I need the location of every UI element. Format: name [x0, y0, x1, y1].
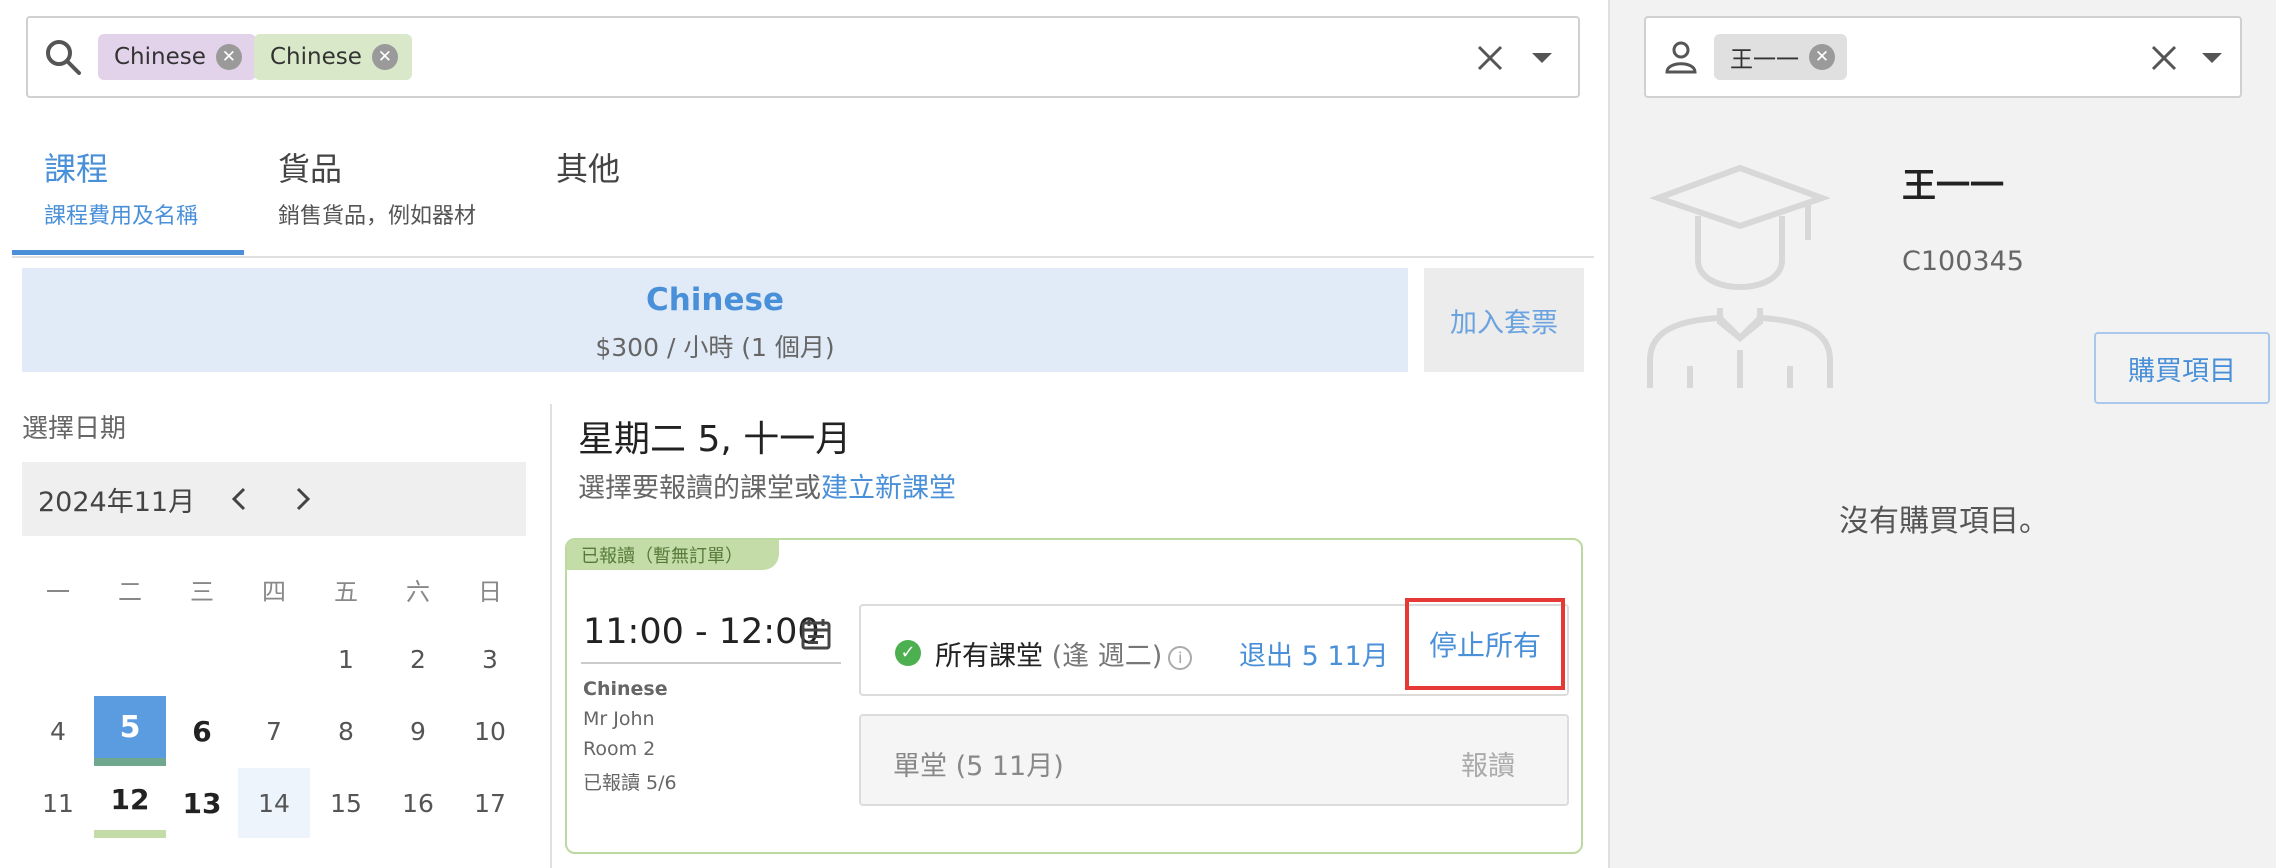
customer-search-bar[interactable]: 王一一 ✕ [1644, 16, 2242, 98]
class-enrolled-count: 已報讀 5/6 [583, 772, 677, 794]
all-classes-recurrence: (逢 週二) [1051, 641, 1163, 672]
customer-chip-label: 王一一 [1730, 47, 1799, 73]
calendar-day[interactable]: 4 [22, 696, 94, 766]
calendar-day[interactable]: 11 [22, 768, 94, 838]
weekday-label: 二 [118, 578, 142, 606]
class-teacher: Mr John [583, 708, 655, 730]
weekday-label: 一 [46, 578, 70, 606]
all-classes-text: 所有課堂 [935, 641, 1043, 672]
enroll-button[interactable]: 報讀 [1461, 744, 1515, 783]
stop-all-button[interactable]: 停止所有 [1405, 598, 1565, 690]
calendar-day[interactable]: 13 [166, 768, 238, 838]
calendar-month: 2024年11月 [38, 487, 196, 518]
tab-title: 課程 [44, 150, 109, 188]
chevron-down-icon[interactable] [1522, 38, 1562, 78]
course-title: Chinese [645, 282, 785, 318]
tab-divider [12, 256, 1594, 258]
calendar-day[interactable]: 3 [454, 624, 526, 694]
weekday-label: 日 [478, 578, 502, 606]
chevron-left-icon[interactable] [222, 482, 256, 516]
purchase-items-button[interactable]: 購買項目 [2094, 332, 2270, 404]
left-panel: Chinese ✕ Chinese ✕ 課程 課程費用及名稱 貨品 銷售貨品，例… [0, 0, 1608, 868]
calendar-day[interactable]: 2 [382, 624, 454, 694]
enrolled-badge: 已報讀（暫無訂單） [567, 540, 779, 570]
tab-title: 貨品 [278, 150, 343, 188]
customer-name: 王一一 [1902, 166, 2004, 206]
calendar-day[interactable]: 6 [166, 696, 238, 766]
weekday-label: 三 [190, 578, 214, 606]
schedule-date-title: 星期二 5, 十一月 [578, 419, 852, 460]
schedule-subtitle: 選擇要報讀的課堂或建立新課堂 [578, 466, 956, 505]
column-divider [550, 404, 552, 868]
tab-subtitle: 課程費用及名稱 [44, 204, 199, 229]
chevron-right-icon[interactable] [286, 482, 320, 516]
withdraw-button[interactable]: 退出 5 11月 [1239, 634, 1389, 673]
all-classes-label: 所有課堂 (逢 週二) i [935, 634, 1193, 673]
course-price: $300 / 小時 (1 個月) [595, 333, 835, 362]
calendar-day[interactable]: 1 [310, 624, 382, 694]
info-icon[interactable]: i [1168, 645, 1193, 670]
remove-chip-icon[interactable]: ✕ [371, 44, 398, 70]
create-class-link[interactable]: 建立新課堂 [821, 473, 956, 504]
filter-chip-label: Chinese [114, 44, 206, 70]
filter-chip[interactable]: Chinese ✕ [98, 34, 256, 80]
calendar-day[interactable]: 9 [382, 696, 454, 766]
tab-other[interactable]: 其他 [540, 130, 700, 256]
remove-chip-icon[interactable]: ✕ [215, 44, 242, 70]
enrolled-class-card: 已報讀（暫無訂單） 11:00 - 12:00 Chinese Mr John … [565, 538, 1583, 854]
calendar-day[interactable]: 17 [454, 768, 526, 838]
calendar-day[interactable]: 8 [310, 696, 382, 766]
calendar-day[interactable]: 7 [238, 696, 310, 766]
tab-title: 其他 [556, 150, 621, 188]
weekday-label: 四 [262, 578, 286, 606]
single-class-option[interactable]: 單堂 (5 11月) 報讀 [859, 714, 1569, 806]
filter-chip[interactable]: Chinese ✕ [254, 34, 412, 80]
schedule-subtitle-text: 選擇要報讀的課堂或 [578, 473, 821, 504]
customer-chip[interactable]: 王一一 ✕ [1714, 34, 1847, 80]
right-panel: 王一一 ✕ 王一一 C100345 購買項目 沒有購買項目。 [1608, 0, 2276, 868]
single-class-label: 單堂 (5 11月) [893, 751, 1064, 782]
weekday-label: 六 [406, 578, 430, 606]
calendar-header: 2024年11月 [22, 462, 526, 536]
remove-chip-icon[interactable]: ✕ [1809, 44, 1835, 70]
course-search-bar[interactable]: Chinese ✕ Chinese ✕ [26, 16, 1580, 98]
calendar-day[interactable]: 5 [94, 696, 166, 766]
empty-purchases-message: 沒有購買項目。 [1839, 504, 2049, 539]
clear-icon[interactable] [2144, 38, 2184, 78]
person-icon [1660, 36, 1702, 78]
course-banner: Chinese $300 / 小時 (1 個月) [22, 268, 1408, 372]
class-course: Chinese [583, 678, 668, 700]
search-icon [42, 36, 84, 78]
add-package-button[interactable]: 加入套票 [1424, 268, 1584, 372]
tab-goods[interactable]: 貨品 銷售貨品，例如器材 [262, 130, 522, 256]
all-classes-option[interactable]: ✓ 所有課堂 (逢 週二) i 退出 5 11月 停止所有 [859, 598, 1569, 696]
calendar-day[interactable]: 14 [238, 768, 310, 838]
student-avatar-icon [1640, 160, 1840, 390]
calendar-icon[interactable] [799, 616, 833, 652]
class-time: 11:00 - 12:00 [583, 612, 820, 652]
tab-course[interactable]: 課程 課程費用及名稱 [12, 130, 244, 256]
active-tab-indicator [12, 250, 244, 255]
time-underline [581, 662, 841, 664]
tab-subtitle: 銷售貨品，例如器材 [278, 204, 477, 229]
weekday-label: 五 [334, 578, 358, 606]
calendar-day[interactable]: 12 [94, 768, 166, 838]
chevron-down-icon[interactable] [2192, 38, 2232, 78]
class-room: Room 2 [583, 738, 656, 760]
select-date-label: 選擇日期 [22, 414, 127, 444]
calendar-day[interactable]: 10 [454, 696, 526, 766]
calendar-day[interactable]: 16 [382, 768, 454, 838]
clear-icon[interactable] [1470, 38, 1510, 78]
customer-id: C100345 [1902, 246, 2024, 277]
check-circle-icon: ✓ [895, 640, 921, 666]
filter-chip-label: Chinese [270, 44, 362, 70]
calendar-day[interactable]: 15 [310, 768, 382, 838]
